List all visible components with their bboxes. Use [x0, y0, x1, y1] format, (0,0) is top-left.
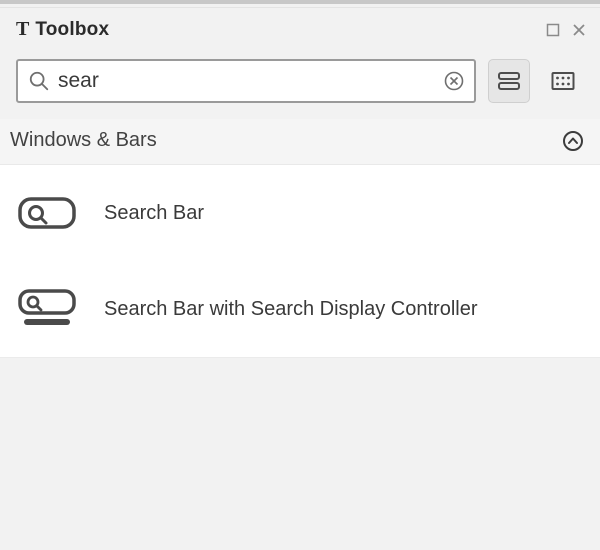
list-view-icon	[497, 70, 521, 92]
close-button[interactable]	[572, 23, 586, 37]
search-icon	[28, 70, 50, 92]
panel-title: Toolbox	[35, 19, 109, 41]
section-title: Windows & Bars	[10, 129, 157, 152]
list-item[interactable]: Search Bar with Search Display Controlle…	[0, 261, 600, 357]
close-icon	[572, 23, 586, 37]
window-controls	[546, 23, 586, 37]
detach-button[interactable]	[546, 23, 560, 37]
list-item-label: Search Bar	[104, 202, 204, 225]
searchbar-controller-icon	[18, 289, 76, 329]
toolbox-panel: T Toolbox	[0, 0, 600, 550]
searchbar-icon	[18, 193, 76, 233]
titlebar: T Toolbox	[0, 4, 600, 47]
clear-search-button[interactable]	[444, 71, 464, 91]
results-list: Search Bar Search Bar with Search Displa…	[0, 165, 600, 357]
list-item[interactable]: Search Bar	[0, 165, 600, 261]
toolbox-icon: T	[16, 18, 29, 41]
list-item-label: Search Bar with Search Display Controlle…	[104, 298, 478, 321]
empty-area	[0, 357, 600, 550]
grid-view-icon	[551, 70, 575, 92]
section-header[interactable]: Windows & Bars	[0, 119, 600, 165]
collapse-section-button[interactable]	[562, 130, 584, 152]
toolbar	[0, 47, 600, 119]
chevron-up-circle-icon	[562, 130, 584, 152]
search-input[interactable]	[58, 69, 436, 93]
list-view-button[interactable]	[488, 59, 530, 103]
grid-view-button[interactable]	[542, 59, 584, 103]
search-field[interactable]	[16, 59, 476, 103]
detach-icon	[546, 23, 560, 37]
